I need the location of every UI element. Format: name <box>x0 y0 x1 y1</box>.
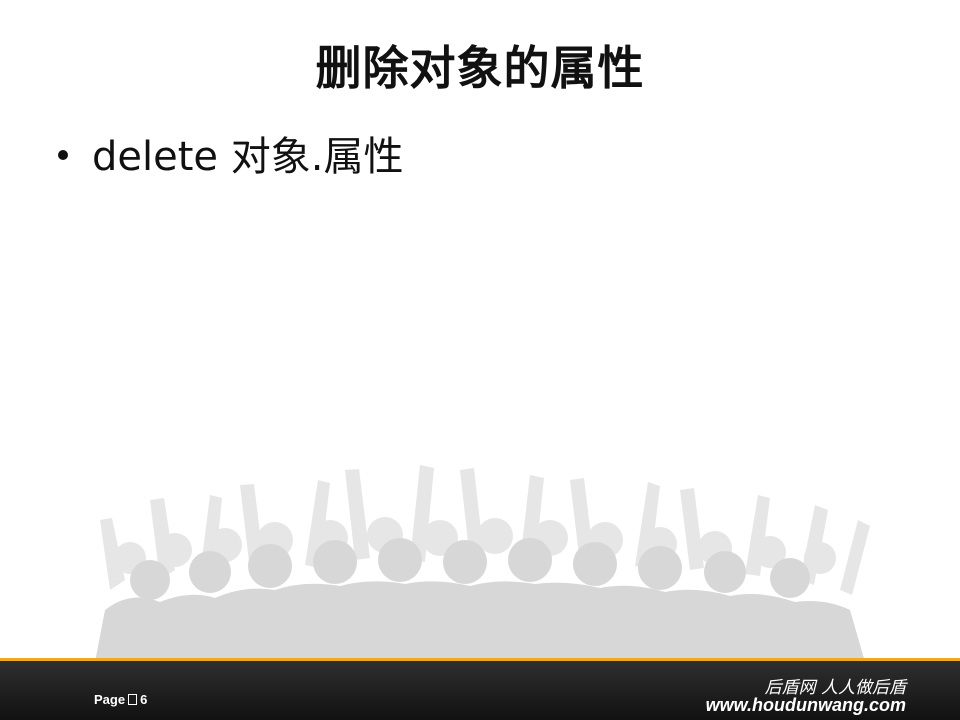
page-number-value: 6 <box>140 692 148 707</box>
slide: 删除对象的属性 delete 对象.属性 Page 6 后盾网 人人做后盾 ww… <box>0 0 960 720</box>
footer-bar: Page 6 后盾网 人人做后盾 www.houdunwang.com <box>0 658 960 720</box>
page-label: Page <box>94 692 126 707</box>
slide-title: 删除对象的属性 <box>315 41 645 95</box>
bullet-list: delete 对象.属性 <box>58 124 403 182</box>
page-number: Page 6 <box>94 692 147 707</box>
footer-website: www.houdunwang.com <box>705 695 906 715</box>
bullet-item: delete 对象.属性 <box>58 124 403 182</box>
bullet-dot-icon <box>58 150 68 160</box>
page-box-icon <box>128 694 138 705</box>
crowd-silhouette-image <box>95 465 870 662</box>
bullet-text: delete 对象.属性 <box>92 134 404 180</box>
